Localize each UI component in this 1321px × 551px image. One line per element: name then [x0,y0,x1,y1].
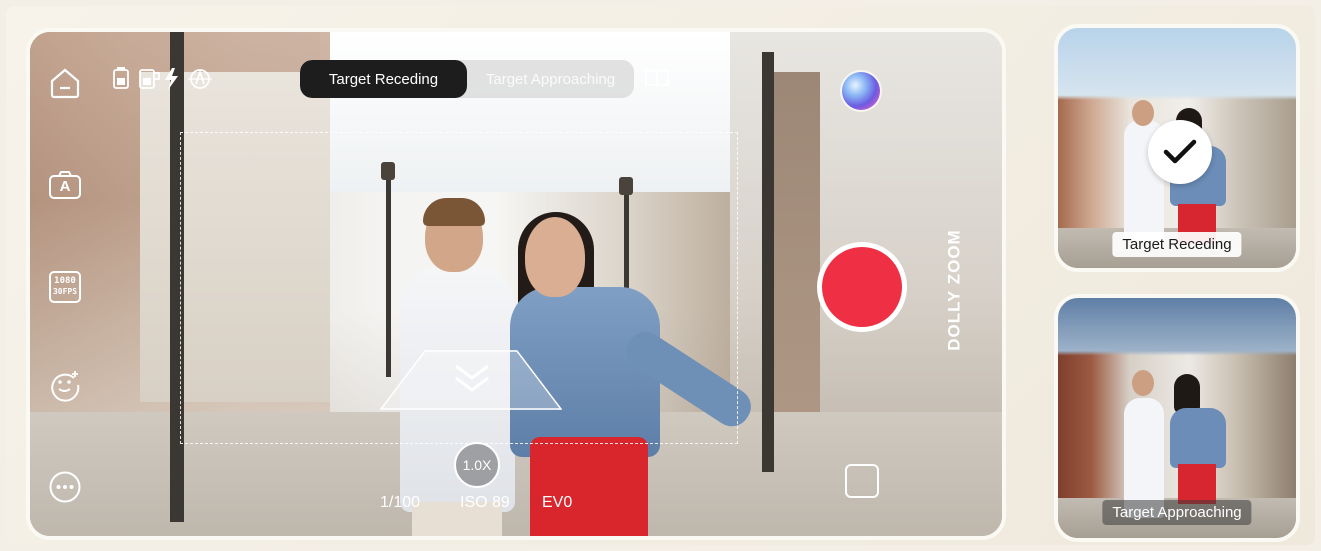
mode-title: DOLLY ZOOM [925,222,985,357]
camera-viewfinder[interactable]: Target Receding Target Approaching A 108… [26,28,1006,540]
iso-readout: ISO 89 [460,494,510,511]
record-button[interactable] [817,242,907,332]
resolution-value: 1080 [54,276,76,286]
phone-battery-icon [113,67,129,89]
thumb-man-head [1132,100,1154,126]
thumb-man-head [1132,370,1154,396]
more-icon[interactable] [48,470,82,504]
status-icons [113,67,212,90]
framerate-value: 30FPS [52,287,78,296]
mode-title-text: DOLLY ZOOM [945,228,964,351]
shutter-readout: 1/100 [380,494,421,511]
scene-pole [762,52,774,472]
home-icon[interactable] [48,66,82,100]
record-button-core [822,247,902,327]
gimbal-mode-icon [188,69,212,89]
selected-check [1148,120,1212,184]
mode-option-target-receding[interactable]: Target Receding [300,60,467,98]
thumb-woman-jacket [1170,408,1226,468]
flash-icon [165,68,178,90]
scene-building-right-pillar [770,72,820,432]
gimbal-battery-icon [139,69,160,89]
thumb-label-target-approaching: Target Approaching [1102,500,1252,525]
thumb-woman-dress [1178,464,1216,504]
mode-option-target-approaching[interactable]: Target Approaching [467,60,634,98]
zoom-level-button[interactable]: 1.0X [454,442,500,488]
face-tracking-icon[interactable] [48,368,82,402]
ev-readout: EV0 [542,494,573,511]
mode-thumbnail-target-receding[interactable]: Target Receding [1054,24,1300,272]
mode-segmented-control: Target Receding Target Approaching [300,60,634,98]
resolution-icon[interactable]: 1080 30FPS [48,270,82,304]
mode-thumbnail-target-approaching[interactable]: Target Approaching [1054,294,1300,542]
auto-mode-glyph: A [59,178,71,195]
chevron-down-double-icon [455,364,489,392]
gallery-button[interactable] [845,464,879,498]
subject-woman-dress [530,437,648,536]
auto-mode-icon[interactable]: A [48,168,82,202]
checkmark-icon [1163,139,1197,164]
tutorial-book-icon[interactable] [644,68,670,90]
smart-assistant-orb[interactable] [842,72,880,110]
thumb-label-target-receding: Target Receding [1112,232,1242,257]
